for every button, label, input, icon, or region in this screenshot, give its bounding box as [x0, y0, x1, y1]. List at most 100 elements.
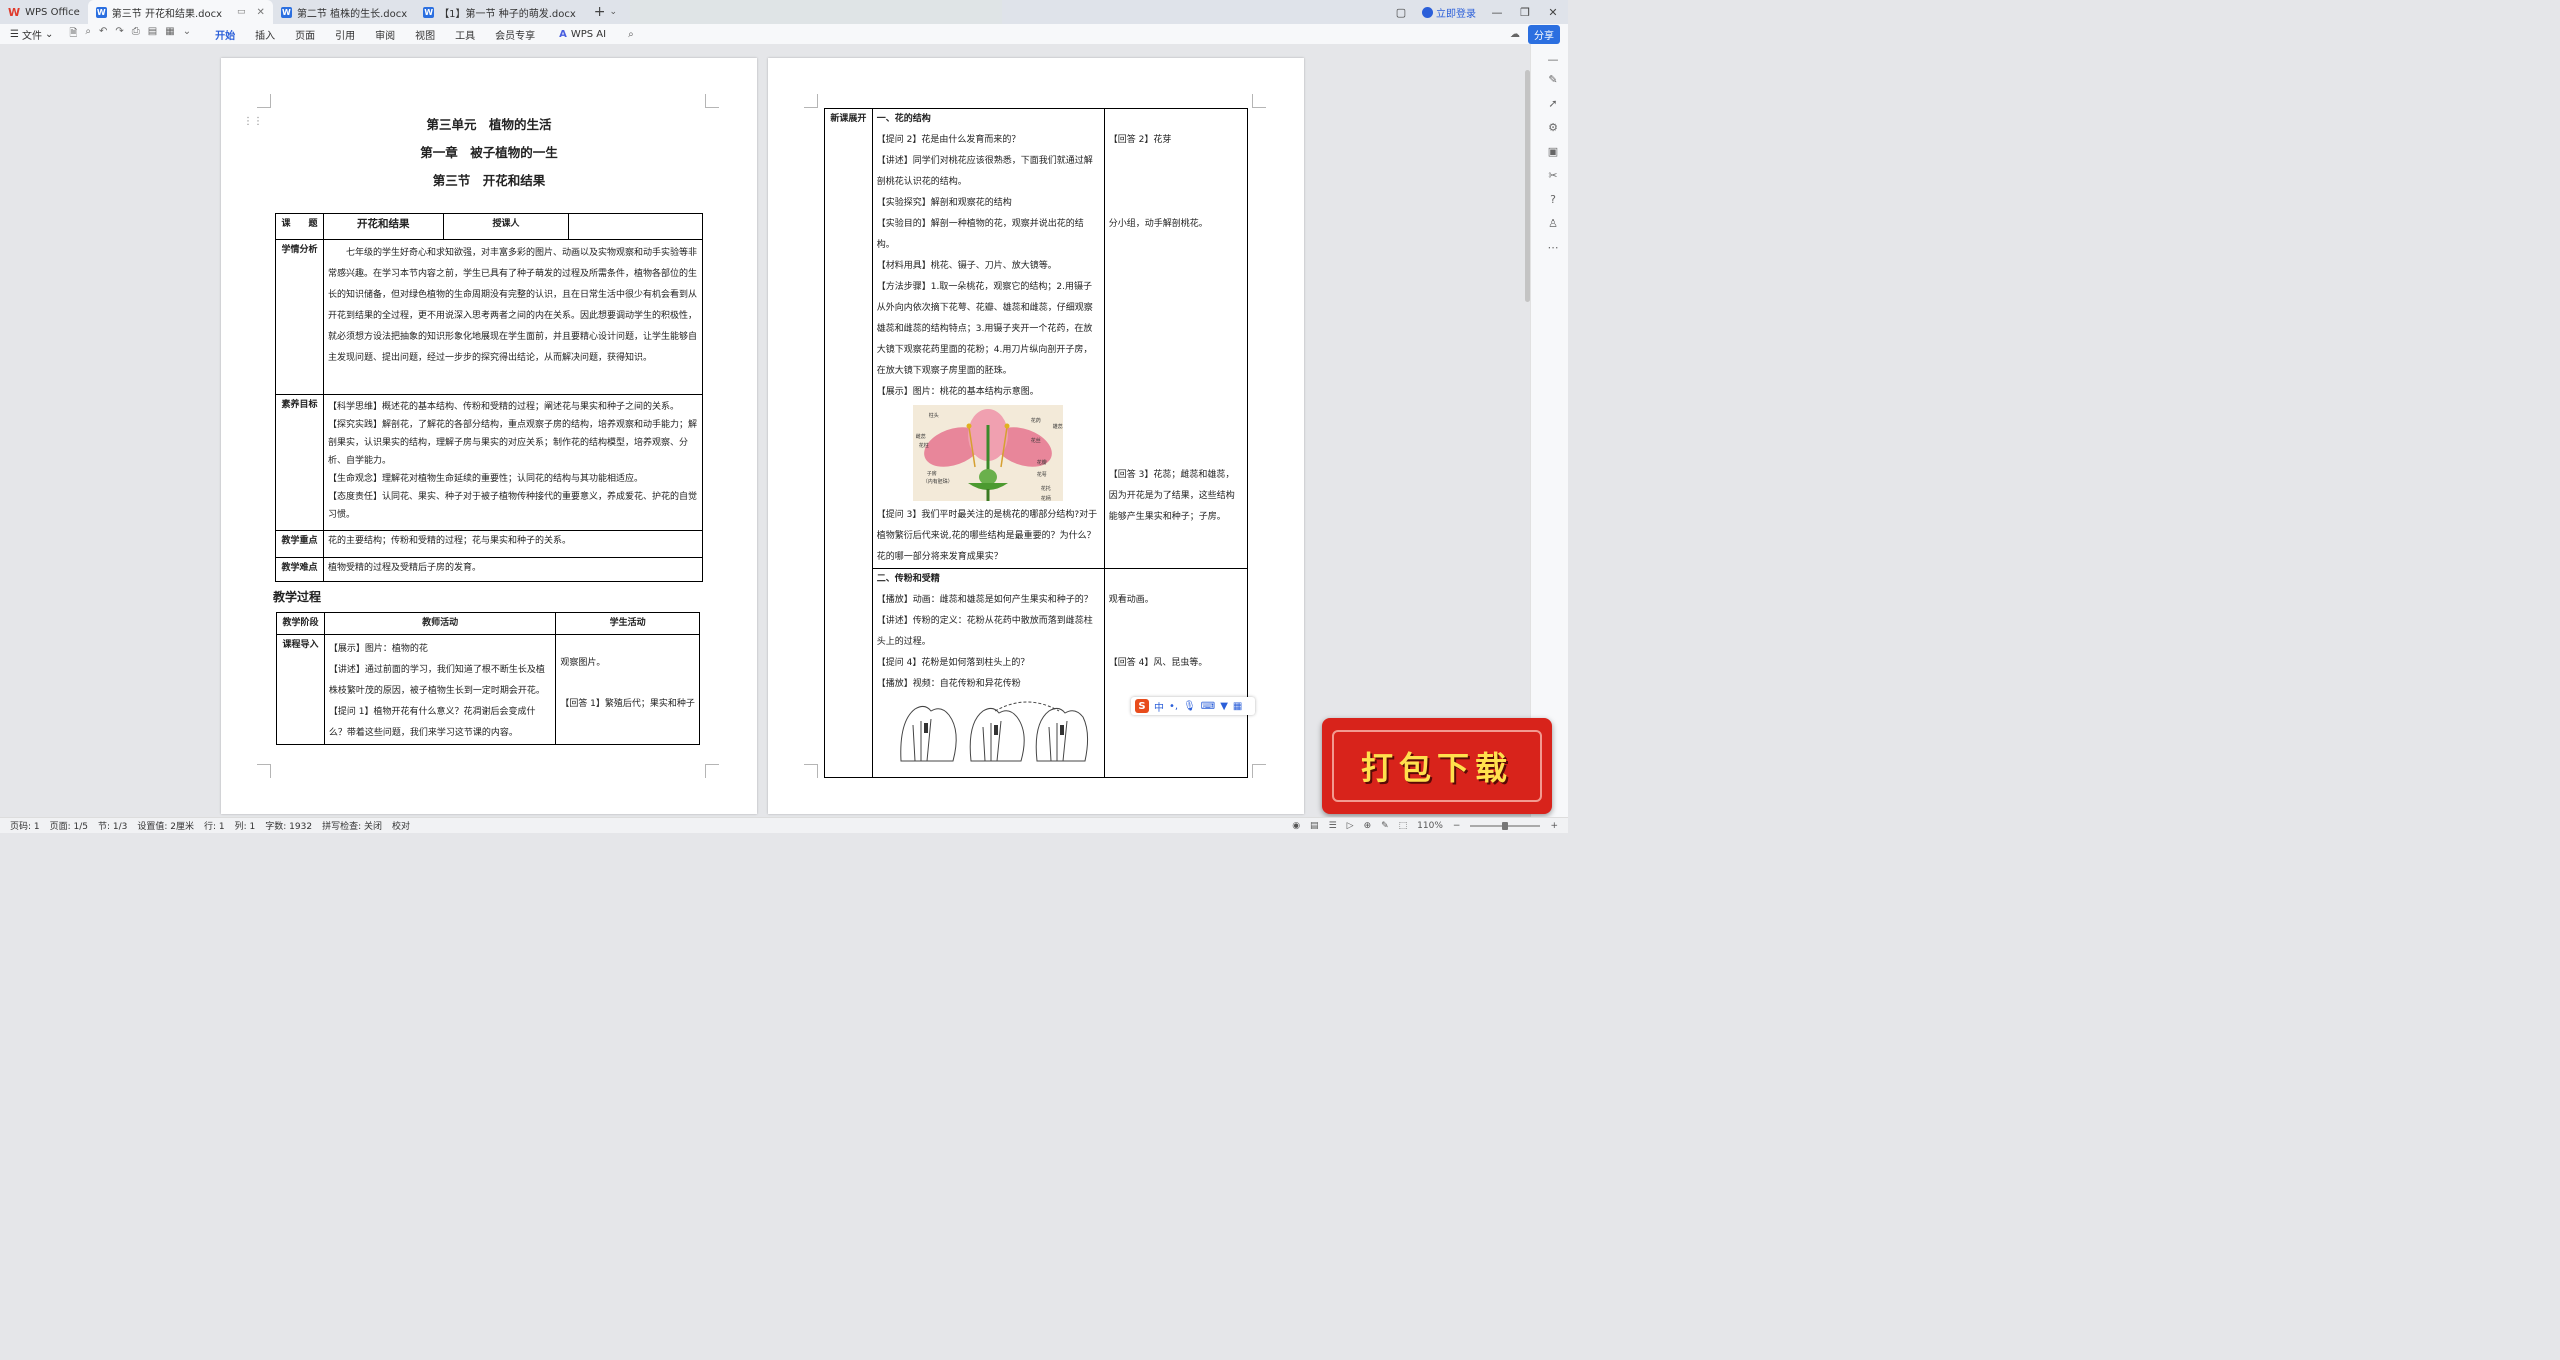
- redo-icon[interactable]: ↷: [115, 26, 123, 43]
- doc-tab-3[interactable]: W 【1】第一节 种子的萌发.docx: [415, 0, 584, 24]
- status-page-number[interactable]: 页码: 1: [10, 819, 40, 832]
- student-activity: 【回答 1】繁殖后代；果实和种子: [560, 699, 695, 709]
- menu-references[interactable]: 引用: [335, 27, 355, 42]
- process-title: 教学过程: [273, 590, 322, 604]
- menu-icon: ☰: [10, 28, 19, 40]
- zoom-slider[interactable]: [1470, 822, 1541, 830]
- export-pdf-icon[interactable]: ▤: [148, 26, 157, 43]
- status-setting[interactable]: 设置值: 2厘米: [137, 819, 194, 832]
- page-view-icon[interactable]: ▤: [1310, 821, 1319, 831]
- chevron-down-icon: ⌄: [44, 28, 54, 40]
- close-window-icon[interactable]: ✕: [1546, 6, 1560, 19]
- menu-review[interactable]: 审阅: [375, 27, 395, 42]
- cloud-sync-icon[interactable]: ☁: [1510, 29, 1520, 40]
- teacher-activity: 【播放】视频：自花传粉和异花传粉: [876, 679, 1021, 689]
- share-button[interactable]: 分享: [1528, 24, 1560, 44]
- menu-home[interactable]: 开始: [215, 27, 236, 46]
- minimize-icon[interactable]: —: [1490, 6, 1504, 19]
- section2-teacher-cell: 二、传粉和受精 【播放】动画：雌蕊和雄蕊是如何产生果实和种子的？ 【讲述】传粉的…: [871, 568, 1105, 778]
- intro-student-cell: 观察图片。 【回答 1】繁殖后代；果实和种子: [555, 634, 700, 745]
- status-section[interactable]: 节: 1/3: [98, 819, 127, 832]
- doc-tab-1[interactable]: W 第三节 开花和结果.docx ▭ ✕: [87, 0, 273, 24]
- corner-mark: [705, 764, 719, 778]
- right-side-panel: — ✎ ➚ ⚙ ▣ ✂ ? ♙ ⋯: [1530, 44, 1568, 817]
- document-canvas[interactable]: ⋮⋮ 第三单元 植物的生活 第一章 被子植物的一生 第三节 开花和结果 课 题 …: [0, 44, 1530, 817]
- read-mode-icon[interactable]: ▷: [1347, 821, 1354, 831]
- file-menu-button[interactable]: ☰ 文件 ⌄: [10, 27, 53, 42]
- format-painter-icon[interactable]: ⌕: [85, 26, 91, 43]
- section-heading: 第三节 开花和结果: [432, 173, 546, 188]
- collapse-icon[interactable]: —: [1547, 54, 1559, 66]
- more-icon[interactable]: ⌄: [183, 26, 191, 43]
- wps-ai-button[interactable]: A WPS AI: [559, 29, 606, 40]
- app-home-tab[interactable]: W WPS Office: [0, 0, 88, 24]
- write-icon[interactable]: ✎: [1381, 821, 1389, 831]
- section2-student-cell: 观看动画。 【回答 4】风、昆虫等。: [1103, 568, 1249, 778]
- status-proofread[interactable]: 校对: [392, 819, 410, 832]
- teacher-activity: 【播放】动画：雌蕊和雄蕊是如何产生果实和种子的？: [876, 595, 1093, 605]
- teacher-value[interactable]: [568, 213, 703, 240]
- status-page-count[interactable]: 页面: 1/5: [50, 819, 88, 832]
- save-icon[interactable]: 🗎: [69, 26, 77, 43]
- status-word-count[interactable]: 字数: 1932: [265, 819, 312, 832]
- diagram-label: 花柄: [1040, 496, 1051, 501]
- corner-mark: [804, 94, 818, 108]
- new-tab-button[interactable]: +: [594, 4, 606, 20]
- search-icon[interactable]: ⌕: [628, 29, 634, 40]
- select-icon[interactable]: ➚: [1547, 98, 1559, 110]
- menu-page[interactable]: 页面: [295, 27, 315, 42]
- menu-membership[interactable]: 会员专享: [495, 27, 535, 42]
- ime-mode[interactable]: 中: [1154, 699, 1164, 714]
- login-button[interactable]: 立即登录: [1422, 5, 1476, 20]
- skin-icon[interactable]: ▼: [1220, 701, 1228, 712]
- close-tab-icon[interactable]: ✕: [257, 7, 265, 18]
- ribbon-toolbar: ☰ 文件 ⌄ 🗎 ⌕ ↶ ↷ ⎙ ▤ ▦ ⌄ 开始 插入 页面 引用 审阅 视图…: [0, 24, 1568, 46]
- difficult-points-text: 植物受精的过程及受精后子房的发育。: [322, 557, 704, 582]
- zoom-in-icon[interactable]: +: [1550, 821, 1558, 831]
- eye-protection-icon[interactable]: ◉: [1292, 821, 1300, 831]
- restore-icon[interactable]: ❐: [1518, 6, 1532, 19]
- fit-icon[interactable]: ⬚: [1399, 821, 1408, 831]
- style-icon[interactable]: ▣: [1547, 146, 1559, 158]
- teacher-activity: 【展示】图片：桃花的基本结构示意图。: [876, 387, 1039, 397]
- word-doc-icon: W: [423, 6, 435, 18]
- menu-tools[interactable]: 工具: [455, 27, 475, 42]
- section1-teacher-cell: 一、花的结构 【提问 2】花是由什么发育而来的？ 【讲述】同学们对桃花应该很熟悉…: [871, 108, 1105, 569]
- status-column[interactable]: 列: 1: [235, 819, 256, 832]
- status-line[interactable]: 行: 1: [204, 819, 225, 832]
- file-menu-label: 文件: [21, 30, 42, 42]
- ime-toolbar[interactable]: S 中 •, 🎙 ⌨ ▼ ▦: [1131, 697, 1255, 715]
- topic-value: 开花和结果: [322, 213, 444, 240]
- microphone-icon[interactable]: 🎙: [1183, 701, 1196, 712]
- outline-view-icon[interactable]: ☰: [1329, 821, 1337, 831]
- menu-view[interactable]: 视图: [415, 27, 435, 42]
- zoom-out-icon[interactable]: −: [1453, 821, 1461, 831]
- web-view-icon[interactable]: ⊕: [1364, 821, 1372, 831]
- help-icon[interactable]: ?: [1547, 194, 1559, 206]
- analysis-label: 学情分析: [275, 239, 324, 395]
- settings-icon[interactable]: ⚙: [1547, 122, 1559, 134]
- status-spellcheck[interactable]: 拼写检查: 关闭: [322, 819, 382, 832]
- menu-insert[interactable]: 插入: [255, 27, 275, 42]
- shirt-icon[interactable]: ♙: [1547, 218, 1559, 230]
- more-icon[interactable]: ⋯: [1547, 242, 1559, 254]
- edit-icon[interactable]: ✎: [1547, 74, 1559, 86]
- goal-item: 【态度责任】认同花、果实、种子对于被子植物传种接代的重要意义，养成爱花、护花的自…: [327, 492, 697, 520]
- teacher-activity: 【方法步骤】1.取一朵桃花，观察它的结构；2.用镊子从外向内依次摘下花萼、花瓣、…: [876, 282, 1093, 376]
- monitor-icon[interactable]: ▭: [237, 7, 246, 17]
- layout-icon[interactable]: ▢: [1394, 6, 1408, 19]
- image-icon[interactable]: ▦: [165, 26, 174, 43]
- doc-tab-label: 【1】第一节 种子的萌发.docx: [439, 8, 576, 20]
- print-icon[interactable]: ⎙: [132, 26, 140, 43]
- punctuation-icon[interactable]: •,: [1169, 701, 1178, 712]
- grid-icon[interactable]: ▦: [1233, 701, 1242, 712]
- keyboard-icon[interactable]: ⌨: [1201, 701, 1215, 712]
- undo-icon[interactable]: ↶: [99, 26, 107, 43]
- zoom-level[interactable]: 110%: [1417, 821, 1443, 831]
- tools-icon[interactable]: ✂: [1547, 170, 1559, 182]
- doc-tab-2[interactable]: W 第二节 植株的生长.docx: [273, 0, 415, 24]
- doc-tab-label: 第三节 开花和结果.docx: [111, 8, 223, 20]
- chevron-down-icon[interactable]: ⌄: [610, 7, 618, 17]
- corner-mark: [1252, 94, 1266, 108]
- download-banner[interactable]: 打包下载: [1322, 718, 1552, 814]
